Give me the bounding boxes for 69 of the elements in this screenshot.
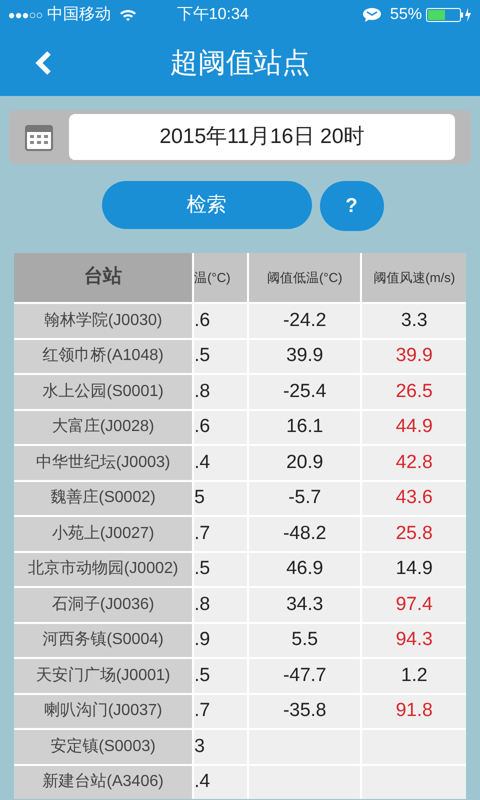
table-cell: -25.4	[248, 375, 360, 408]
table-cell: 5.5	[248, 624, 360, 657]
table-cell: 3	[194, 730, 247, 764]
back-icon[interactable]	[34, 50, 52, 76]
table-cell: 94.3	[362, 624, 466, 657]
table-cell: 34.3	[248, 588, 360, 622]
table-cell: 39.9	[362, 340, 466, 373]
search-button[interactable]: 检索	[102, 181, 312, 229]
calendar-icon	[25, 123, 53, 151]
station-name: 安定镇(S0003)	[14, 730, 192, 764]
table-cell: 43.6	[362, 482, 466, 515]
station-name: 红领巾桥(A1048)	[14, 340, 192, 373]
table-cell: -47.7	[248, 659, 360, 692]
table-cell: -48.2	[248, 517, 360, 550]
table-cell: 14.9	[362, 552, 466, 586]
table-cell: 97.4	[362, 588, 466, 622]
table-cell: 1.2	[362, 659, 466, 692]
table-cell: .4	[194, 766, 247, 799]
message-icon	[362, 7, 382, 23]
table-cell: 42.8	[362, 446, 466, 480]
table-cell: .7	[194, 517, 247, 550]
page-title: 超阈值站点	[170, 46, 310, 80]
column-header: 温(°C)	[194, 253, 247, 302]
station-name: 河西务镇(S0004)	[14, 624, 192, 657]
table-cell: .7	[194, 694, 247, 728]
station-name: 小苑上(J0027)	[14, 517, 192, 550]
station-name: 大富庄(J0028)	[14, 410, 192, 444]
table-cell: -35.8	[248, 694, 360, 728]
wifi-icon	[118, 8, 137, 22]
column-header: 台站	[14, 253, 192, 302]
table-cell: 26.5	[362, 375, 466, 408]
table-cell: .8	[194, 375, 247, 408]
station-name: 石洞子(J0036)	[14, 588, 192, 622]
table-cell: 39.9	[248, 340, 360, 373]
table-cell: .5	[194, 659, 247, 692]
table-cell: 5	[194, 482, 247, 515]
station-name: 天安门广场(J0001)	[14, 659, 192, 692]
station-name: 翰林学院(J0030)	[14, 304, 192, 338]
station-name: 水上公园(S0001)	[14, 375, 192, 408]
table-cell: 25.8	[362, 517, 466, 550]
table-cell: .6	[194, 410, 247, 444]
table-cell: -5.7	[248, 482, 360, 515]
signal-strength: ●●●○○	[8, 7, 43, 24]
table-cell: 91.8	[362, 694, 466, 728]
column-header: 阈值低温(°C)	[248, 253, 360, 302]
station-name: 喇叭沟门(J0037)	[14, 694, 192, 728]
table-cell: .6	[194, 304, 247, 338]
table-cell: 3.3	[362, 304, 466, 338]
station-name: 北京市动物园(J0002)	[14, 552, 192, 586]
table-cell: .5	[194, 340, 247, 373]
help-button[interactable]: ?	[320, 181, 384, 231]
table-cell: 16.1	[248, 410, 360, 444]
table-cell: -24.2	[248, 304, 360, 338]
station-name: 新建台站(A3406)	[14, 766, 192, 799]
table-cell: 20.9	[248, 446, 360, 480]
station-name: 中华世纪坛(J0003)	[14, 446, 192, 480]
battery-icon	[426, 7, 472, 23]
table-cell: .5	[194, 552, 247, 586]
battery-percent: 55%	[390, 5, 422, 25]
table-cell: .4	[194, 446, 247, 480]
table-cell: 44.9	[362, 410, 466, 444]
column-header: 阈值风速(m/s)	[362, 253, 466, 302]
station-name: 魏善庄(S0002)	[14, 482, 192, 515]
date-field[interactable]: 2015年11月16日 20时	[69, 114, 455, 160]
table-cell: .9	[194, 624, 247, 657]
carrier-name: 中国移动	[46, 4, 111, 25]
table-cell: .8	[194, 588, 247, 622]
clock-time: 下午10:34	[176, 5, 249, 25]
table-cell: 46.9	[248, 552, 360, 586]
